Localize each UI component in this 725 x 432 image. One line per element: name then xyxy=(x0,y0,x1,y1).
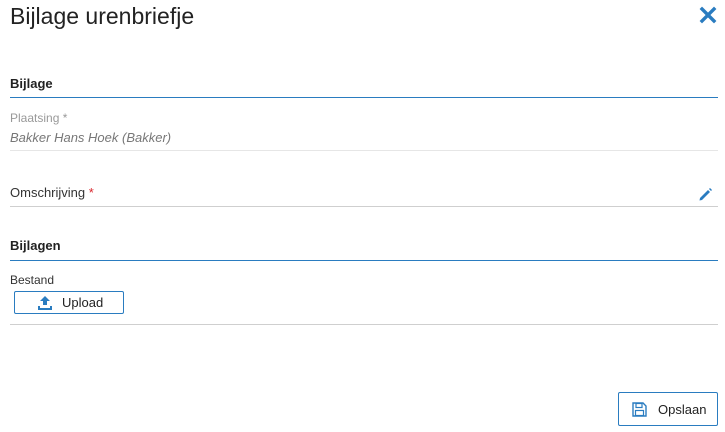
section-header-bijlagen: Bijlagen xyxy=(10,238,718,261)
edit-button[interactable] xyxy=(698,187,713,202)
upload-button[interactable]: Upload xyxy=(14,291,124,314)
dialog-title: Bijlage urenbriefje xyxy=(10,3,195,29)
omschrijving-label-text: Omschrijving xyxy=(10,185,86,200)
bestand-label: Bestand xyxy=(10,273,55,287)
plaatsing-label: Plaatsing * xyxy=(10,111,67,125)
save-button[interactable]: Opslaan xyxy=(618,392,718,426)
close-icon xyxy=(699,6,717,24)
omschrijving-field[interactable]: Omschrijving * xyxy=(10,180,718,207)
plaatsing-value: Bakker Hans Hoek (Bakker) xyxy=(10,130,172,145)
pencil-icon xyxy=(699,188,712,201)
divider xyxy=(10,150,718,151)
upload-button-label: Upload xyxy=(62,295,104,310)
divider xyxy=(10,324,718,325)
upload-icon xyxy=(37,295,53,311)
plaatsing-label-text: Plaatsing xyxy=(10,111,60,125)
section-header-bijlage: Bijlage xyxy=(10,76,718,98)
dialog: Bijlage urenbriefje Bijlage Plaatsing * … xyxy=(0,0,725,432)
close-button[interactable] xyxy=(698,5,718,25)
omschrijving-label: Omschrijving * xyxy=(10,185,94,200)
floppy-disk-icon xyxy=(632,401,647,417)
omschrijving-required-marker: * xyxy=(88,185,94,200)
save-button-label: Opslaan xyxy=(658,401,707,417)
plaatsing-required-marker: * xyxy=(62,111,68,125)
